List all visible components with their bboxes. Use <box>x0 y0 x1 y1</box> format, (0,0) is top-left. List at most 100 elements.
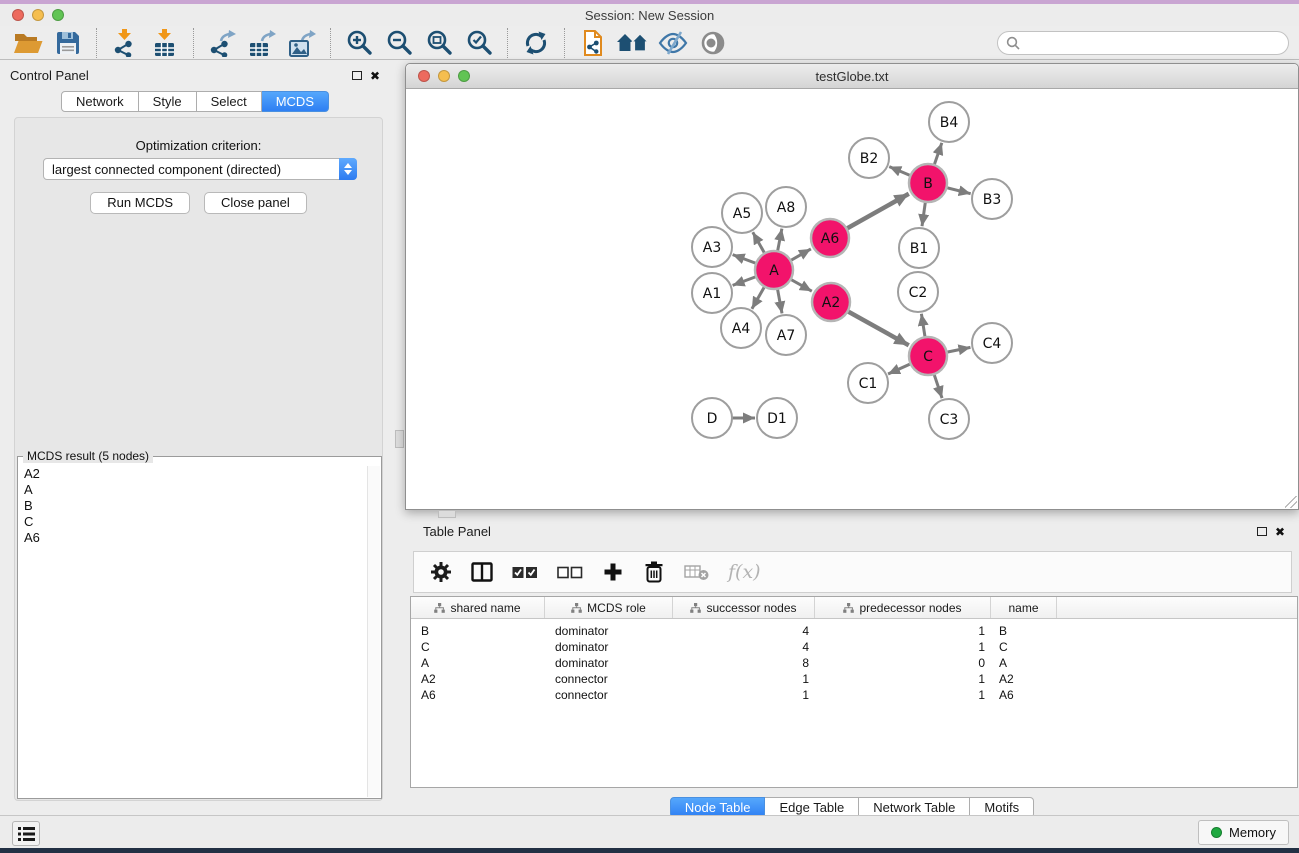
export-image-button[interactable] <box>282 28 322 58</box>
node-table[interactable]: shared nameMCDS rolesuccessor nodesprede… <box>410 596 1298 788</box>
result-scrollbar[interactable] <box>367 466 380 797</box>
mcds-result-list[interactable]: A2ABCA6 <box>19 466 367 797</box>
table-row[interactable]: A6connector11A6 <box>411 687 1297 703</box>
zoom-in-button[interactable] <box>339 28 379 58</box>
svg-text:D1: D1 <box>767 411 787 427</box>
node-B3[interactable]: B3 <box>972 179 1012 219</box>
result-item[interactable]: B <box>24 498 367 514</box>
network-view-window: testGlobe.txt B4 B2 B B3 A8A5 A6 A3 B1 A C2 A1 A2 A4… <box>405 63 1299 510</box>
show-all-button[interactable] <box>693 28 733 58</box>
save-session-button[interactable] <box>48 28 88 58</box>
float-panel-icon[interactable] <box>352 71 362 80</box>
eye-icon <box>699 30 727 56</box>
export-network-icon <box>208 29 236 57</box>
table-cell: A <box>991 655 1057 671</box>
import-network-button[interactable] <box>105 28 145 58</box>
close-panel-icon[interactable]: ✖ <box>370 71 380 81</box>
zoom-out-button[interactable] <box>379 28 419 58</box>
task-history-button[interactable] <box>12 821 40 846</box>
node-C1[interactable]: C1 <box>848 363 888 403</box>
node-C3[interactable]: C3 <box>929 399 969 439</box>
node-A4[interactable]: A4 <box>721 308 761 348</box>
table-cell: 1 <box>673 687 815 703</box>
table-row[interactable]: A2connector11A2 <box>411 671 1297 687</box>
duplicate-network-button[interactable] <box>573 28 613 58</box>
network-canvas[interactable]: B4 B2 B B3 A8A5 A6 A3 B1 A C2 A1 A2 A4 A7 C4 C C1 C3 D D1 <box>406 89 1298 509</box>
network-graph[interactable]: B4 B2 B B3 A8A5 A6 A3 B1 A C2 A1 A2 A4 A7 C4 C C1 C3 D D1 <box>406 89 1298 509</box>
zoom-selected-button[interactable] <box>459 28 499 58</box>
gear-icon <box>430 561 452 583</box>
result-item[interactable]: A6 <box>24 530 367 546</box>
search-input[interactable] <box>1025 34 1288 52</box>
node-A1[interactable]: A1 <box>692 273 732 313</box>
result-item[interactable]: A2 <box>24 466 367 482</box>
tab-style[interactable]: Style <box>139 91 197 112</box>
zoom-fit-button[interactable] <box>419 28 459 58</box>
memory-button[interactable]: Memory <box>1198 820 1289 845</box>
select-all-button[interactable] <box>512 565 538 580</box>
table-settings-button[interactable] <box>430 561 452 583</box>
column-header-shared-name[interactable]: shared name <box>411 597 545 618</box>
node-C2[interactable]: C2 <box>898 272 938 312</box>
tab-select[interactable]: Select <box>197 91 262 112</box>
hide-selected-button[interactable] <box>653 28 693 58</box>
svg-text:D: D <box>707 411 718 427</box>
node-C4[interactable]: C4 <box>972 323 1012 363</box>
svg-text:A7: A7 <box>777 328 795 344</box>
node-A2[interactable]: A2 <box>812 283 850 321</box>
close-panel-button[interactable]: Close panel <box>204 192 307 214</box>
table-cell: 1 <box>815 687 991 703</box>
delete-column-button[interactable] <box>643 561 665 583</box>
delete-table-button[interactable] <box>684 563 709 581</box>
node-A5[interactable]: A5 <box>722 193 762 233</box>
column-header-name[interactable]: name <box>991 597 1057 618</box>
list-icon <box>18 827 35 841</box>
refresh-layout-button[interactable] <box>516 28 556 58</box>
export-network-button[interactable] <box>202 28 242 58</box>
node-A7[interactable]: A7 <box>766 315 806 355</box>
node-B[interactable]: B <box>909 164 947 202</box>
node-B4[interactable]: B4 <box>929 102 969 142</box>
node-A[interactable]: A <box>755 251 793 289</box>
tab-network[interactable]: Network <box>61 91 139 112</box>
vertical-splitter-handle[interactable] <box>395 430 404 448</box>
table-row[interactable]: Cdominator41C <box>411 639 1297 655</box>
node-A8[interactable]: A8 <box>766 187 806 227</box>
open-session-button[interactable] <box>8 28 48 58</box>
toolbar-separator <box>507 28 508 58</box>
show-columns-button[interactable] <box>471 562 493 582</box>
node-B1[interactable]: B1 <box>899 228 939 268</box>
session-title: Session: New Session <box>0 8 1299 23</box>
deselect-all-button[interactable] <box>557 565 583 580</box>
network-window-titlebar[interactable]: testGlobe.txt <box>406 64 1298 89</box>
table-cell: C <box>411 639 545 655</box>
table-row[interactable]: Bdominator41B <box>411 623 1297 639</box>
run-mcds-button[interactable]: Run MCDS <box>90 192 190 214</box>
control-panel-tabs: NetworkStyleSelectMCDS <box>0 91 390 112</box>
node-C[interactable]: C <box>909 337 947 375</box>
svg-text:C4: C4 <box>983 336 1002 352</box>
optimization-criterion-select[interactable]: largest connected component (directed) <box>43 158 357 180</box>
floppy-disk-icon <box>55 30 81 56</box>
node-D1[interactable]: D1 <box>757 398 797 438</box>
column-header-predecessor-nodes[interactable]: predecessor nodes <box>815 597 991 618</box>
function-builder-button[interactable]: f(x) <box>728 561 761 583</box>
add-column-button[interactable] <box>602 562 624 582</box>
node-A3[interactable]: A3 <box>692 227 732 267</box>
node-B2[interactable]: B2 <box>849 138 889 178</box>
result-item[interactable]: A <box>24 482 367 498</box>
table-row[interactable]: Adominator80A <box>411 655 1297 671</box>
tab-mcds[interactable]: MCDS <box>262 91 329 112</box>
column-header-successor-nodes[interactable]: successor nodes <box>673 597 815 618</box>
close-table-panel-icon[interactable]: ✖ <box>1275 527 1285 537</box>
import-table-icon <box>151 29 179 57</box>
first-neighbors-button[interactable] <box>613 28 653 58</box>
node-D[interactable]: D <box>692 398 732 438</box>
resize-grip-icon[interactable] <box>1285 496 1297 508</box>
node-A6[interactable]: A6 <box>811 219 849 257</box>
import-table-button[interactable] <box>145 28 185 58</box>
column-header-MCDS-role[interactable]: MCDS role <box>545 597 673 618</box>
result-item[interactable]: C <box>24 514 367 530</box>
export-table-button[interactable] <box>242 28 282 58</box>
float-table-panel-icon[interactable] <box>1257 527 1267 536</box>
